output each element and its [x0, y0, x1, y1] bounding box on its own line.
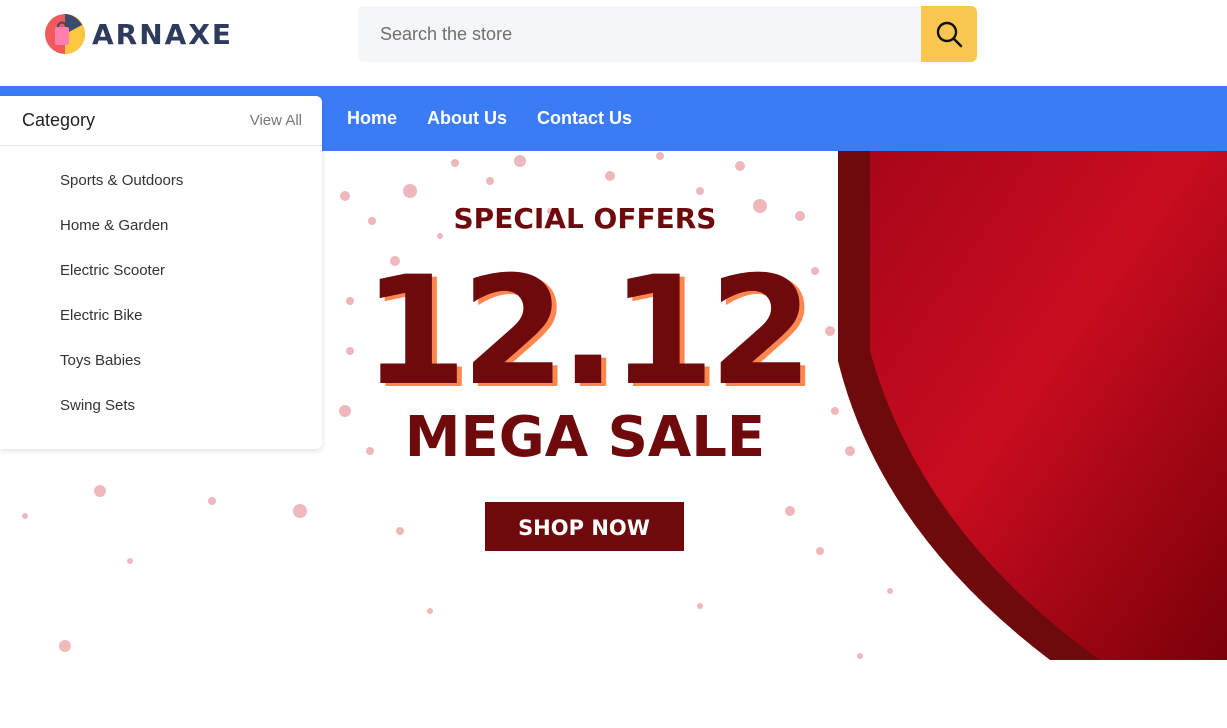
view-all-link[interactable]: View All: [250, 112, 302, 129]
shield-fill: [870, 151, 1227, 660]
category-list: Sports & Outdoors Home & Garden Electric…: [0, 146, 322, 428]
banner-kicker: SPECIAL OFFERS: [454, 202, 717, 235]
site-header: ARNAXE: [0, 0, 1227, 86]
logo-text: ARNAXE: [92, 17, 234, 51]
category-panel: Category View All Sports & Outdoors Home…: [0, 96, 322, 449]
shop-now-label: SHOP NOW: [518, 516, 650, 540]
banner-subheadline: MEGA SALE: [405, 405, 765, 470]
search-input[interactable]: [358, 6, 921, 62]
nav-links: Home About Us Contact Us: [347, 86, 632, 151]
search-bar: [358, 6, 977, 62]
category-title: Category: [22, 110, 96, 130]
search-icon: [936, 21, 963, 48]
category-item-toys-babies[interactable]: Toys Babies: [0, 338, 322, 383]
category-item-home-garden[interactable]: Home & Garden: [0, 203, 322, 248]
category-item-electric-bike[interactable]: Electric Bike: [0, 293, 322, 338]
shopping-bag-icon: [45, 14, 85, 54]
nav-link-home[interactable]: Home: [347, 108, 397, 129]
category-header: Category View All: [0, 96, 322, 146]
category-item-sports-outdoors[interactable]: Sports & Outdoors: [0, 158, 322, 203]
nav-link-contact-us[interactable]: Contact Us: [537, 108, 632, 129]
banner-headline: 12.12: [363, 245, 807, 419]
search-button[interactable]: [921, 6, 977, 62]
logo[interactable]: ARNAXE: [44, 13, 233, 55]
nav-link-about-us[interactable]: About Us: [427, 108, 507, 129]
category-item-swing-sets[interactable]: Swing Sets: [0, 383, 322, 428]
category-item-electric-scooter[interactable]: Electric Scooter: [0, 248, 322, 293]
